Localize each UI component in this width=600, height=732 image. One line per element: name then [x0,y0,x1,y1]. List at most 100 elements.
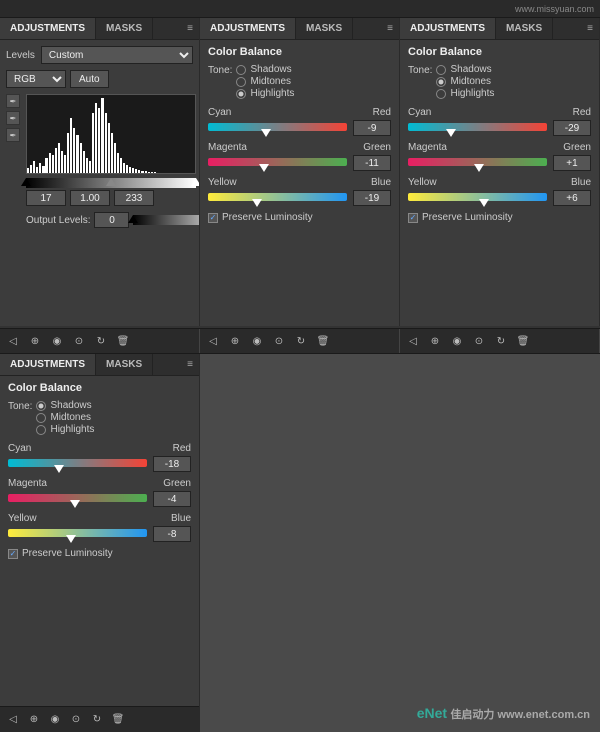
panel3-magenta-green-thumb[interactable] [474,164,484,172]
panel4-magenta-green-value[interactable] [153,491,191,507]
auto-button[interactable]: Auto [70,70,109,88]
panel4-yellow-blue-value[interactable] [153,526,191,542]
panel4-tb-refresh[interactable]: ↻ [88,711,106,729]
toolbar-icon-del1[interactable]: 🗑 [114,332,132,350]
toolbar-icon-add2[interactable]: ⊕ [226,332,244,350]
panel4-yellow-blue-track[interactable] [8,529,147,537]
panel2-cyan-red-value[interactable] [353,120,391,136]
toolbar-icon-eye2[interactable]: ◉ [248,332,266,350]
panel1-tab-adjustments[interactable]: ADJUSTMENTS [0,18,96,39]
panel4-cyan-red-track[interactable] [8,459,147,467]
panel2-midtones[interactable]: Midtones [236,76,294,87]
panel4-tb-del[interactable]: 🗑 [109,711,127,729]
toolbar-icon-del2[interactable]: 🗑 [314,332,332,350]
panel3-cyan-red-track[interactable] [408,123,547,131]
panel3-highlights[interactable]: Highlights [436,88,494,99]
panel3-tab-adjustments[interactable]: ADJUSTMENTS [400,18,496,39]
toolbar-icon-link2[interactable]: ⊙ [270,332,288,350]
panel2-shadows[interactable]: Shadows [236,64,294,75]
panel2-menu-btn[interactable]: ≡ [381,18,399,39]
panel2-tab-masks[interactable]: MASKS [296,18,353,39]
panel4-shadows[interactable]: Shadows [36,400,94,411]
panel3-yellow-blue-thumb[interactable] [479,199,489,207]
panel3-magenta-green-track[interactable] [408,158,547,166]
panel4-tab-masks[interactable]: MASKS [96,354,153,375]
input-slider[interactable] [26,178,196,188]
panel2-midtones-radio[interactable] [236,77,246,87]
white-input-thumb[interactable] [191,178,200,186]
levels-preset-dropdown[interactable]: Custom [41,46,193,64]
toolbar-icon-refresh2[interactable]: ↻ [292,332,310,350]
panel4-cyan-red-thumb[interactable] [54,465,64,473]
black-point-tool[interactable]: ✒ [6,94,20,108]
white-input-value[interactable]: 233 [114,190,154,206]
panel3-yellow-blue-track[interactable] [408,193,547,201]
toolbar-icon-refresh3[interactable]: ↻ [492,332,510,350]
panel4-tb-eye[interactable]: ◉ [46,711,64,729]
panel3-highlights-radio[interactable] [436,89,446,99]
toolbar-icon-eye1[interactable]: ◉ [48,332,66,350]
toolbar-icon-back2[interactable]: ◁ [204,332,222,350]
gray-point-tool[interactable]: ✒ [6,111,20,125]
panel4-tb-back[interactable]: ◁ [4,711,22,729]
panel2-magenta-green-value[interactable] [353,155,391,171]
panel1-menu-btn[interactable]: ≡ [181,18,199,39]
panel4-cyan-red-value[interactable] [153,456,191,472]
output-slider[interactable] [133,215,200,225]
panel2-yellow-blue-track[interactable] [208,193,347,201]
panel4-magenta-green-track[interactable] [8,494,147,502]
toolbar-icon-back3[interactable]: ◁ [404,332,422,350]
toolbar-icon-del3[interactable]: 🗑 [514,332,532,350]
toolbar-icon-add1[interactable]: ⊕ [26,332,44,350]
panel4-menu-btn[interactable]: ≡ [181,354,199,375]
toolbar-icon-refresh1[interactable]: ↻ [92,332,110,350]
panel3-cyan-red-thumb[interactable] [446,129,456,137]
panel1-tab-masks[interactable]: MASKS [96,18,153,39]
toolbar-icon-add3[interactable]: ⊕ [426,332,444,350]
toolbar-icon-eye3[interactable]: ◉ [448,332,466,350]
panel3-cyan-red-value[interactable] [553,120,591,136]
black-input-thumb[interactable] [21,178,31,186]
output-black[interactable]: 0 [94,212,129,228]
panel4-midtones[interactable]: Midtones [36,412,94,423]
panel2-yellow-blue-thumb[interactable] [252,199,262,207]
black-input-value[interactable]: 17 [26,190,66,206]
panel2-cyan-red-thumb[interactable] [261,129,271,137]
toolbar-icon-link1[interactable]: ⊙ [70,332,88,350]
mid-input-value[interactable]: 1.00 [70,190,110,206]
panel2-magenta-green-track[interactable] [208,158,347,166]
panel4-highlights-radio[interactable] [36,425,46,435]
output-black-thumb[interactable] [128,215,138,223]
panel2-yellow-blue-value[interactable] [353,190,391,206]
panel2-highlights-radio[interactable] [236,89,246,99]
channel-dropdown[interactable]: RGB Red Green Blue [6,70,66,88]
panel2-magenta-green-thumb[interactable] [259,164,269,172]
panel3-magenta-green-value[interactable] [553,155,591,171]
panel3-shadows-radio[interactable] [436,65,446,75]
panel2-highlights[interactable]: Highlights [236,88,294,99]
white-point-tool[interactable]: ✒ [6,128,20,142]
panel3-shadows[interactable]: Shadows [436,64,494,75]
panel4-highlights[interactable]: Highlights [36,424,94,435]
panel2-cyan-red-track[interactable] [208,123,347,131]
panel3-tab-masks[interactable]: MASKS [496,18,553,39]
panel2-tab-adjustments[interactable]: ADJUSTMENTS [200,18,296,39]
panel2-preserve-checkbox[interactable]: ✓ [208,213,218,223]
panel4-midtones-radio[interactable] [36,413,46,423]
panel3-menu-btn[interactable]: ≡ [581,18,599,39]
panel4-tb-add[interactable]: ⊕ [25,711,43,729]
panel4-tb-link[interactable]: ⊙ [67,711,85,729]
panel3-preserve-checkbox[interactable]: ✓ [408,213,418,223]
panel4-preserve-checkbox[interactable]: ✓ [8,549,18,559]
panel3-midtones-radio[interactable] [436,77,446,87]
panel3-yellow-blue-value[interactable] [553,190,591,206]
mid-input-thumb[interactable] [106,178,116,186]
panel4-magenta-green-thumb[interactable] [70,500,80,508]
panel4-shadows-radio[interactable] [36,401,46,411]
toolbar-icon-link3[interactable]: ⊙ [470,332,488,350]
panel4-tab-adjustments[interactable]: ADJUSTMENTS [0,354,96,375]
toolbar-icon-back[interactable]: ◁ [4,332,22,350]
panel4-yellow-blue-thumb[interactable] [66,535,76,543]
panel3-midtones[interactable]: Midtones [436,76,494,87]
panel2-shadows-radio[interactable] [236,65,246,75]
